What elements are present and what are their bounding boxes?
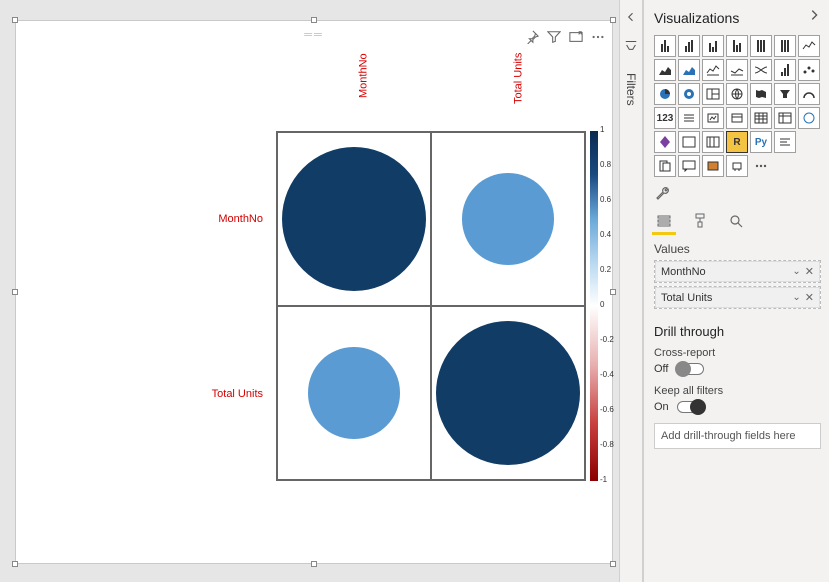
viz-python[interactable]: Py (750, 131, 772, 153)
visual-header (524, 29, 606, 45)
filters-label: Filters (624, 73, 638, 106)
collapse-pane-chevron-icon[interactable] (807, 8, 821, 27)
cross-report-toggle[interactable] (676, 363, 704, 375)
viz-arcgis[interactable] (798, 107, 820, 129)
viz-clustered-bar[interactable] (702, 35, 724, 57)
viz-paginated[interactable] (654, 155, 676, 177)
visualizations-title: Visualizations (654, 10, 739, 26)
viz-key-influencers[interactable] (678, 131, 700, 153)
expand-filters-chevron-icon[interactable] (625, 10, 637, 28)
viz-waterfall[interactable] (774, 59, 796, 81)
viz-funnel[interactable] (774, 83, 796, 105)
cell-0-1 (431, 132, 585, 306)
filters-icon[interactable] (624, 38, 638, 57)
r-visual-container[interactable]: ══ MonthNo Total Units MonthNo Total Uni… (15, 20, 613, 564)
resize-handle[interactable] (12, 561, 18, 567)
viz-smart-narrative[interactable] (678, 155, 700, 177)
viz-stacked-bar[interactable] (654, 35, 676, 57)
visualizations-pane: Visualizations (643, 0, 829, 582)
values-well[interactable]: MonthNo ⌄ ✕ (654, 260, 821, 283)
cell-1-0 (277, 306, 431, 480)
keep-filters-state: On (654, 401, 669, 413)
drill-through-well[interactable]: Add drill-through fields here (654, 423, 821, 449)
viz-more-icon[interactable] (750, 155, 772, 177)
visualization-type-gallery: 123 R Py (654, 35, 821, 177)
viz-card[interactable]: 123 (654, 107, 676, 129)
field-total-units[interactable]: Total Units ⌄ ✕ (655, 287, 820, 308)
field-label: Total Units (661, 292, 712, 304)
correlation-plot: MonthNo Total Units MonthNo Total Units … (36, 51, 592, 543)
resize-handle[interactable] (311, 561, 317, 567)
correlation-grid (276, 131, 586, 481)
tab-analytics[interactable] (726, 211, 746, 231)
row-label-0: MonthNo (211, 131, 271, 306)
viz-stacked-area[interactable] (678, 59, 700, 81)
viz-gauge[interactable] (798, 83, 820, 105)
chevron-down-icon[interactable]: ⌄ (792, 266, 800, 277)
chevron-down-icon[interactable]: ⌄ (792, 292, 800, 303)
filter-icon[interactable] (546, 29, 562, 45)
viz-goals[interactable] (702, 155, 724, 177)
resize-handle[interactable] (311, 17, 317, 23)
viz-100-stacked-column[interactable] (774, 35, 796, 57)
col-label-0: MonthNo (276, 51, 451, 119)
viz-pie[interactable] (654, 83, 676, 105)
tab-format[interactable] (690, 211, 710, 231)
viz-qa[interactable] (774, 131, 796, 153)
viz-donut[interactable] (678, 83, 700, 105)
drag-grip[interactable]: ══ (304, 29, 324, 41)
viz-100-stacked-bar[interactable] (750, 35, 772, 57)
viz-multi-row-card[interactable] (678, 107, 700, 129)
resize-handle[interactable] (12, 289, 18, 295)
col-label-1: Total Units (431, 51, 606, 119)
viz-ribbon[interactable] (750, 59, 772, 81)
cross-report-state: Off (654, 363, 668, 375)
cross-report-label: Cross-report (654, 347, 821, 359)
resize-handle[interactable] (610, 289, 616, 295)
focus-mode-icon[interactable] (568, 29, 584, 45)
resize-handle[interactable] (610, 17, 616, 23)
remove-field-icon[interactable]: ✕ (805, 291, 814, 304)
viz-map[interactable] (726, 83, 748, 105)
viz-filled-map[interactable] (750, 83, 772, 105)
viz-power-apps[interactable] (654, 131, 676, 153)
viz-scatter[interactable] (798, 59, 820, 81)
viz-slicer[interactable] (726, 107, 748, 129)
viz-line-stacked[interactable] (702, 59, 724, 81)
resize-handle[interactable] (610, 561, 616, 567)
drill-through-title: Drill through (654, 324, 821, 339)
report-canvas[interactable]: ══ MonthNo Total Units MonthNo Total Uni… (0, 0, 619, 582)
values-well[interactable]: Total Units ⌄ ✕ (654, 286, 821, 309)
filters-pane-collapsed[interactable]: Filters (619, 0, 643, 582)
viz-line-clustered[interactable] (726, 59, 748, 81)
resize-handle[interactable] (12, 17, 18, 23)
field-monthno[interactable]: MonthNo ⌄ ✕ (655, 261, 820, 282)
cell-0-0 (277, 132, 431, 306)
viz-area[interactable] (654, 59, 676, 81)
values-label: Values (654, 242, 821, 256)
keep-filters-toggle[interactable] (677, 401, 705, 413)
viz-kpi[interactable] (702, 107, 724, 129)
viz-decomposition-tree[interactable] (702, 131, 724, 153)
wrench-icon[interactable] (654, 185, 672, 203)
viz-r-script[interactable]: R (726, 131, 748, 153)
viz-placeholder (798, 131, 820, 153)
viz-line[interactable] (798, 35, 820, 57)
row-label-1: Total Units (211, 306, 271, 481)
viz-custom[interactable] (726, 155, 748, 177)
remove-field-icon[interactable]: ✕ (805, 265, 814, 278)
field-label: MonthNo (661, 266, 706, 278)
pin-icon[interactable] (524, 29, 540, 45)
cell-1-1 (431, 306, 585, 480)
viz-clustered-column[interactable] (726, 35, 748, 57)
viz-treemap[interactable] (702, 83, 724, 105)
viz-matrix[interactable] (774, 107, 796, 129)
tab-fields[interactable] (654, 211, 674, 231)
color-scale-bar (590, 131, 598, 481)
pane-tabs (654, 211, 821, 232)
keep-filters-label: Keep all filters (654, 385, 821, 397)
viz-table[interactable] (750, 107, 772, 129)
more-options-icon[interactable] (590, 29, 606, 45)
viz-stacked-column[interactable] (678, 35, 700, 57)
